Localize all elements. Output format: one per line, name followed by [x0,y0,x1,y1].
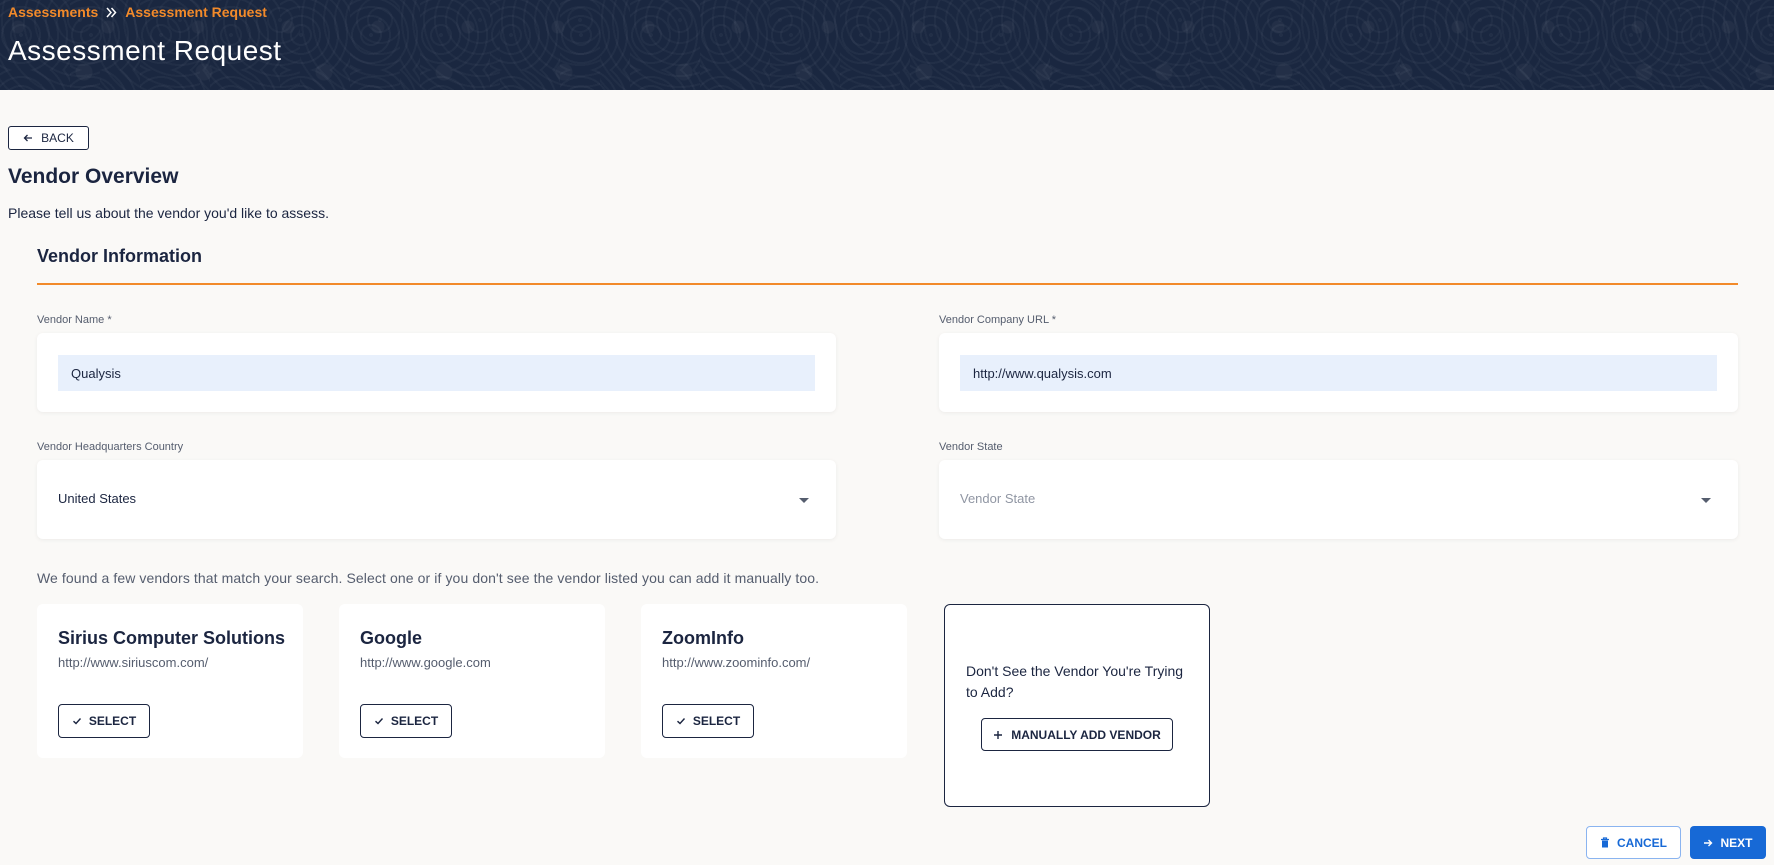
page-header: Assessments Assessment Request Assessmen… [0,0,1774,90]
vendor-card-url: http://www.zoominfo.com/ [662,655,811,670]
caret-down-icon [799,498,809,503]
cancel-button[interactable]: CANCEL [1586,826,1681,859]
check-icon [374,716,384,726]
vendor-name-label: Vendor Name * [37,314,112,326]
vendor-match-intro: We found a few vendors that match your s… [37,570,820,586]
vendor-card-name: Sirius Computer Solutions [58,628,286,648]
back-label: BACK [41,131,74,145]
caret-down-icon [1701,498,1711,503]
vendor-state-placeholder: Vendor State [960,491,1036,506]
arrow-left-icon [23,133,33,143]
select-vendor-button[interactable]: SELECT [360,704,452,738]
vendor-country-select[interactable]: United States [37,460,836,539]
vendor-name-input[interactable] [58,355,815,391]
vendor-country-label: Vendor Headquarters Country [37,441,184,453]
vendor-name-card [37,333,836,412]
check-icon [72,716,82,726]
manually-add-vendor-label: MANUALLY ADD VENDOR [1011,727,1161,742]
select-label: SELECT [88,714,137,728]
vendor-card-url: http://www.siriuscom.com/ [58,655,209,670]
select-label: SELECT [390,714,439,728]
next-button[interactable]: NEXT [1690,826,1766,859]
select-label: SELECT [692,714,741,728]
vendor-url-label: Vendor Company URL * [939,314,1056,326]
section-description: Please tell us about the vendor you'd li… [8,205,329,221]
section-title: Vendor Overview [8,165,179,188]
next-label: NEXT [1720,835,1753,850]
breadcrumb: Assessments Assessment Request [8,4,267,20]
select-vendor-button[interactable]: SELECT [662,704,754,738]
select-vendor-button[interactable]: SELECT [58,704,150,738]
breadcrumb-assessment-request: Assessment Request [125,4,267,20]
vendor-card: Google http://www.google.com SELECT [339,604,605,758]
arrow-right-icon [1703,838,1713,848]
vendor-card-url: http://www.google.com [360,655,491,670]
chevron-double-right-icon [106,7,117,18]
vendor-card: ZoomInfo http://www.zoominfo.com/ SELECT [641,604,907,758]
vendor-card: Sirius Computer Solutions http://www.sir… [37,604,303,758]
manual-add-card: Don't See the Vendor You're Trying to Ad… [944,604,1210,807]
vendor-information-title: Vendor Information [37,246,203,266]
vendor-url-input[interactable] [960,355,1717,391]
vendor-card-name: ZoomInfo [662,628,744,648]
manual-add-prompt: Don't See the Vendor You're Trying to Ad… [966,663,1184,700]
vendor-card-name: Google [360,628,422,648]
vendor-state-select[interactable]: Vendor State [939,460,1738,539]
section-divider [37,283,1738,285]
page-title: Assessment Request [8,35,282,66]
manually-add-vendor-button[interactable]: MANUALLY ADD VENDOR [981,718,1173,751]
breadcrumb-assessments[interactable]: Assessments [8,4,98,20]
vendor-country-value: United States [58,491,137,506]
cancel-label: CANCEL [1617,835,1667,850]
vendor-url-card [939,333,1738,412]
plus-icon [993,730,1003,740]
back-button[interactable]: BACK [8,126,89,150]
check-icon [676,716,686,726]
vendor-state-label: Vendor State [939,441,1003,453]
trash-icon [1600,837,1610,848]
